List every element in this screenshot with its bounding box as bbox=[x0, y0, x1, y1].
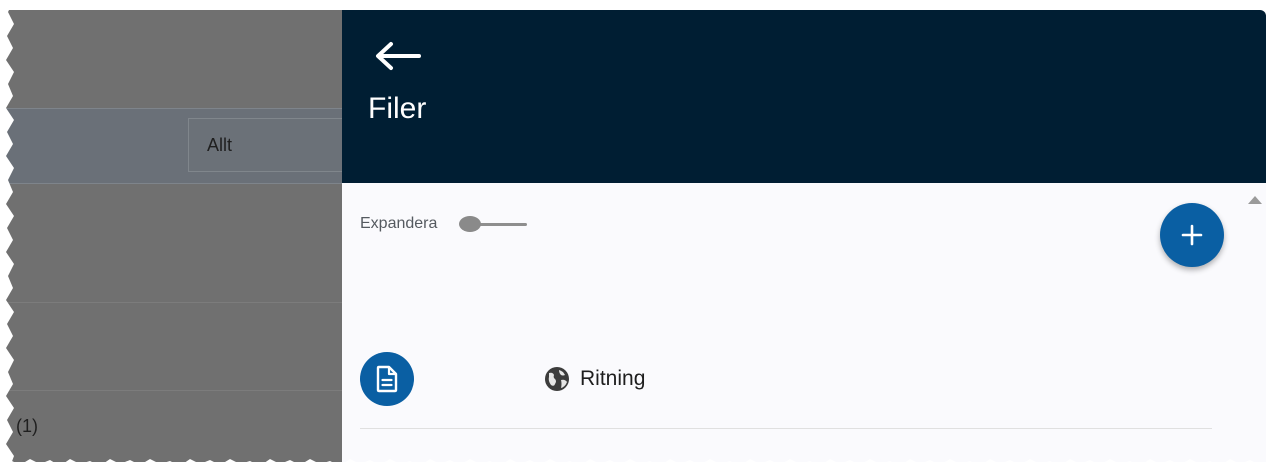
toggle-knob bbox=[459, 216, 482, 232]
arrow-left-icon bbox=[376, 42, 421, 70]
torn-edge-left bbox=[0, 0, 14, 472]
background-divider bbox=[0, 390, 342, 391]
globe-icon bbox=[545, 367, 569, 391]
scrollbar-up-arrow[interactable] bbox=[1248, 196, 1262, 204]
document-icon bbox=[376, 365, 398, 393]
torn-edge-bottom bbox=[0, 459, 1269, 472]
add-file-button[interactable] bbox=[1160, 203, 1224, 267]
expand-row: Expandera bbox=[360, 214, 528, 234]
files-drawer: Filer Expandera Ritning bbox=[342, 10, 1266, 462]
file-list-item[interactable]: Ritning bbox=[360, 350, 1212, 429]
file-type: Ritning bbox=[544, 366, 645, 392]
background-filter-value: Allt bbox=[207, 135, 233, 155]
background-count: (1) bbox=[16, 416, 38, 436]
plus-icon bbox=[1181, 224, 1203, 246]
toggle-track bbox=[473, 223, 528, 226]
background-filter-select: Allt bbox=[188, 118, 342, 172]
drawer-header: Filer bbox=[342, 10, 1266, 183]
expand-label: Expandera bbox=[360, 215, 438, 232]
back-button[interactable] bbox=[370, 36, 424, 76]
expand-toggle[interactable] bbox=[459, 214, 528, 234]
file-type-label: Ritning bbox=[580, 367, 646, 390]
page-title: Filer bbox=[368, 92, 427, 125]
background-app: Allt (1) bbox=[0, 10, 342, 462]
background-divider bbox=[0, 302, 342, 303]
file-avatar bbox=[360, 352, 414, 406]
